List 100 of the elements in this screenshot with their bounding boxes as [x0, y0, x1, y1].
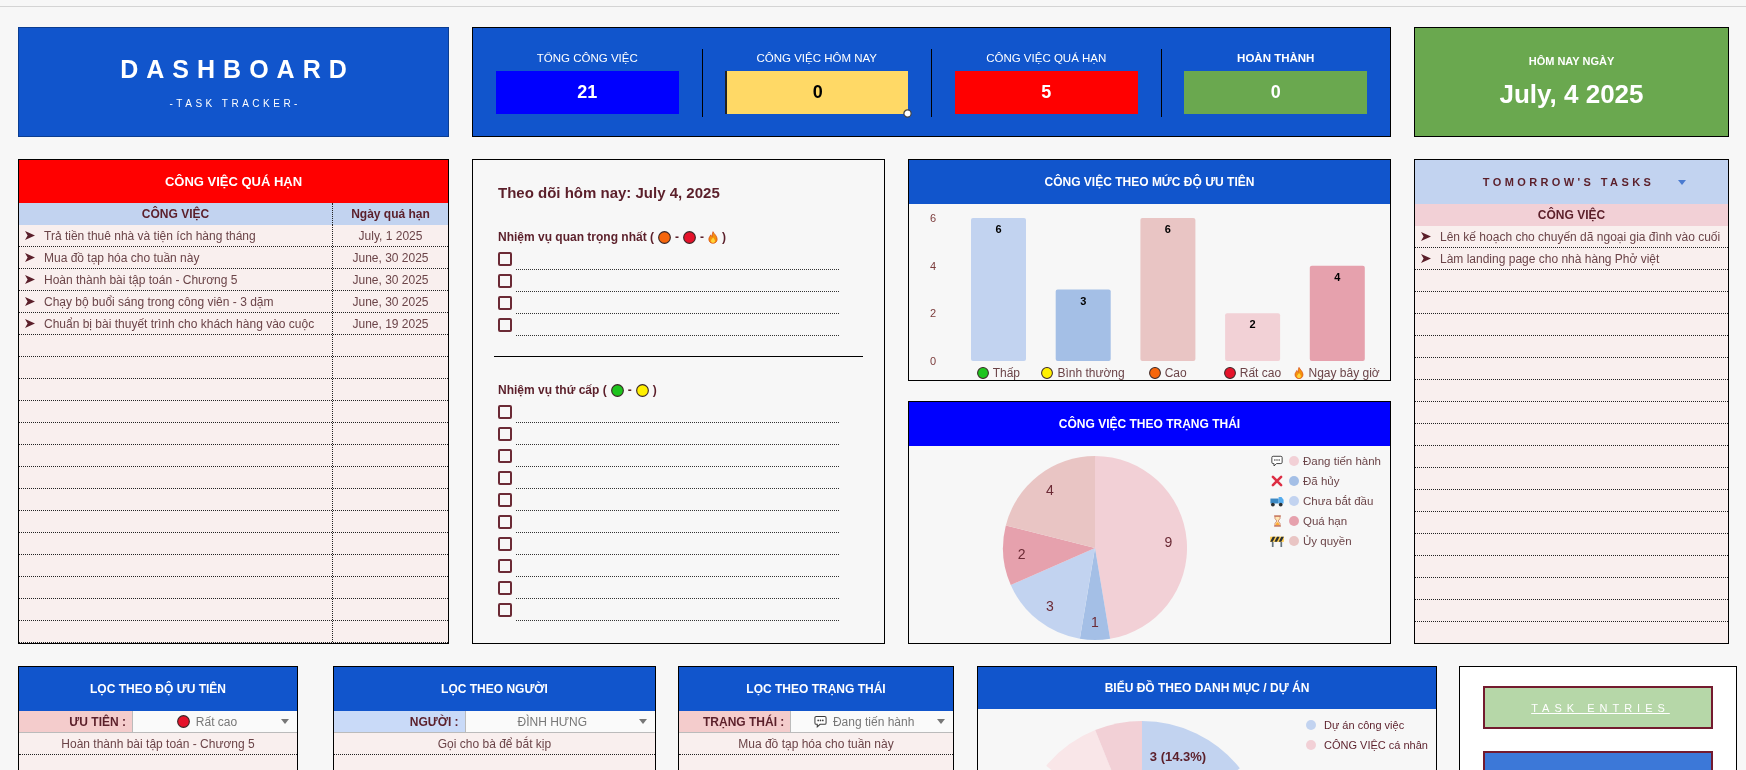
dashboard-subtitle: -TASK TRACKER-	[168, 97, 301, 110]
panel-header: CÔNG VIỆC THEO TRẠNG THÁI	[909, 402, 1390, 446]
arrow-icon	[25, 319, 35, 328]
legend-label: Đang tiến hành	[1303, 455, 1381, 467]
checkbox[interactable]	[498, 515, 512, 529]
data-label: 6	[1164, 223, 1171, 235]
caret-icon	[937, 719, 945, 724]
due-date: June, 30 2025	[351, 249, 430, 267]
legend-label: Ủy quyền	[1303, 535, 1352, 547]
result-item: Gọi cho bà để bắt kịp	[334, 733, 655, 755]
result-item: Hoàn thành bài tập toán - Chương 5	[19, 733, 297, 755]
label-text: -	[675, 229, 679, 245]
checkbox[interactable]	[498, 296, 512, 310]
data-label: 2	[1017, 546, 1026, 563]
axis-label: 6	[929, 212, 937, 224]
dropdown[interactable]: ĐÌNH HƯNG	[465, 711, 655, 732]
caret-icon	[639, 719, 647, 724]
kpi-value: 5	[954, 71, 1138, 114]
flame-icon	[1294, 367, 1305, 379]
arrow-icon	[1421, 254, 1431, 263]
data-label: 6	[995, 223, 1002, 235]
panel-header: LỌC THEO NGƯỜI	[334, 667, 655, 711]
arrow-icon	[25, 297, 35, 306]
checkbox[interactable]	[498, 559, 512, 573]
legend-label: Chưa bắt đầu	[1303, 495, 1374, 507]
hourglass-icon	[1272, 515, 1282, 527]
axis-label: Cao	[1164, 366, 1187, 380]
data-label: 3	[1080, 294, 1087, 307]
kpi-value: 0	[725, 71, 909, 114]
checkbox[interactable]	[498, 274, 512, 288]
axis-label: Bình thường	[1057, 366, 1125, 380]
checkbox[interactable]	[498, 581, 512, 595]
panel-header: CÔNG VIỆC THEO MỨC ĐỘ ƯU TIÊN	[909, 160, 1390, 204]
checkbox[interactable]	[498, 471, 512, 485]
caret-icon	[281, 719, 289, 724]
arrow-icon	[25, 275, 35, 284]
kpi-label: CÔNG VIỆC QUÁ HẠN	[986, 51, 1107, 65]
label-text: -	[627, 382, 632, 398]
data-label: 2	[1249, 318, 1256, 331]
pie-slice	[1046, 730, 1112, 770]
column-header: Ngày quá hạn	[333, 203, 448, 225]
date-label: HÔM NAY NGÀY	[1528, 55, 1615, 68]
checkbox[interactable]	[498, 537, 512, 551]
checkbox[interactable]	[498, 318, 512, 332]
speech-bubble-icon	[813, 715, 827, 728]
due-date: June, 30 2025	[351, 293, 430, 311]
data-label: 9	[1164, 533, 1173, 550]
axis-label: Rất cao	[1239, 366, 1282, 380]
task-name: Chuẩn bị bài thuyết trình cho khách hàng vào cuộc	[44, 316, 315, 331]
due-date: June, 30 2025	[351, 271, 430, 289]
due-date: June, 19 2025	[351, 315, 430, 333]
checkbox[interactable]	[498, 427, 512, 441]
result-item: Mua đồ tạp hóa cho tuần này	[679, 733, 953, 755]
task-name: Chạy bộ buổi sáng trong công viên - 3 dặm	[44, 294, 274, 309]
axis-label: Ngay bây giờ	[1308, 366, 1380, 380]
barrier-icon	[1270, 535, 1284, 547]
link-button[interactable]	[1483, 751, 1713, 770]
dropdown[interactable]: Đang tiến hành	[791, 711, 953, 732]
column-header: CÔNG VIỆC	[19, 203, 333, 225]
checkbox[interactable]	[498, 449, 512, 463]
checkbox[interactable]	[498, 493, 512, 507]
checkbox[interactable]	[498, 252, 512, 266]
kpi-label: CÔNG VIỆC HÔM NAY	[756, 51, 878, 65]
axis-label: 2	[929, 307, 937, 320]
dropdown[interactable]: Rất cao	[132, 711, 297, 732]
axis-label: 0	[929, 355, 937, 366]
data-label: 3 (14.3%)	[1149, 749, 1207, 764]
panel-header: LỌC THEO ĐỘ ƯU TIÊN	[19, 667, 297, 711]
handle-icon[interactable]	[903, 109, 913, 118]
axis-label: Thấp	[992, 366, 1020, 380]
section-label: Nhiệm vụ quan trọng nhất (	[498, 229, 654, 245]
arrow-icon	[25, 253, 35, 262]
axis-label: 4	[929, 259, 937, 272]
task-name: Làm landing page cho nhà hàng Phở việt	[1440, 251, 1660, 266]
data-label: 4	[1045, 481, 1054, 498]
column-header: CÔNG VIỆC	[1415, 204, 1728, 226]
panel-header: CÔNG VIỆC QUÁ HẠN	[19, 160, 448, 203]
task-name: Trả tiền thuê nhà và tiện ích hàng tháng	[44, 228, 256, 243]
legend-label: Đã hủy	[1303, 475, 1340, 487]
field-label: NGƯỜI :	[334, 711, 466, 732]
field-label: TRẠNG THÁI :	[679, 711, 792, 732]
caret-icon[interactable]	[1678, 179, 1687, 185]
panel-header: LỌC THEO TRẠNG THÁI	[679, 667, 953, 711]
flame-icon	[708, 230, 718, 244]
due-date: July, 1 2025	[357, 227, 424, 245]
legend-label: CÔNG VIỆC cá nhân	[1324, 739, 1428, 751]
label-text: )	[722, 229, 726, 245]
kpi-value: 21	[495, 71, 679, 114]
panel-title: TOMORROW'S TASKS	[1482, 176, 1655, 188]
checkbox[interactable]	[498, 405, 512, 419]
checkbox[interactable]	[498, 603, 512, 617]
cross-icon	[1271, 475, 1283, 487]
panel-header: BIỂU ĐỒ THEO DANH MỤC / DỰ ÁN	[978, 667, 1436, 709]
legend-label: Quá hạn	[1303, 515, 1348, 527]
label-text: )	[652, 382, 657, 398]
task-name: Mua đồ tạp hóa cho tuần này	[44, 250, 200, 265]
field-label: ƯU TIÊN :	[19, 711, 133, 732]
task-name: Hoàn thành bài tập toán - Chương 5	[44, 272, 238, 287]
data-label: 3	[1045, 598, 1054, 615]
kpi-label: HOÀN THÀNH	[1237, 51, 1315, 65]
